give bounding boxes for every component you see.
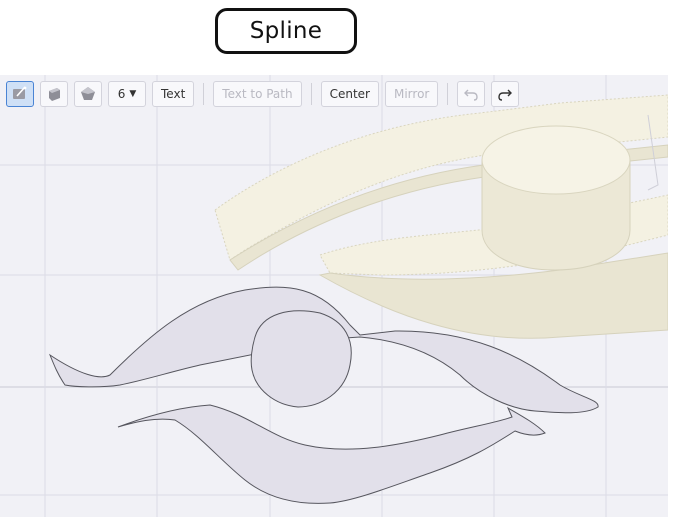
app-title: Spline bbox=[215, 8, 357, 54]
extrude-tool-button[interactable] bbox=[40, 81, 68, 107]
canvas-viewport[interactable]: 6 ▼ Text Text to Path Center Mirror bbox=[0, 75, 668, 517]
lower-lid-spline[interactable] bbox=[117, 404, 546, 504]
undo-icon bbox=[464, 89, 479, 101]
redo-button[interactable] bbox=[491, 81, 520, 107]
redo-icon bbox=[498, 89, 513, 101]
draw-spline-tool-button[interactable] bbox=[6, 81, 34, 107]
undo-button[interactable] bbox=[457, 81, 486, 107]
text-to-path-button[interactable]: Text to Path bbox=[213, 81, 302, 107]
text-button[interactable]: Text bbox=[152, 81, 195, 107]
sides-value: 6 bbox=[117, 87, 126, 101]
spline-draw-icon bbox=[13, 86, 27, 99]
sides-select[interactable]: 6 ▼ bbox=[108, 81, 146, 107]
toolbar-divider bbox=[203, 83, 205, 105]
chevron-down-icon: ▼ bbox=[129, 89, 137, 99]
toolbar-divider bbox=[447, 83, 449, 105]
pupil-spline[interactable] bbox=[250, 310, 352, 408]
toolbar-divider bbox=[310, 83, 312, 105]
center-button[interactable]: Center bbox=[320, 81, 379, 107]
extrude-icon bbox=[49, 88, 60, 101]
toolbar: 6 ▼ Text Text to Path Center Mirror bbox=[6, 81, 520, 107]
mirror-button[interactable]: Mirror bbox=[384, 81, 439, 107]
scene-3d[interactable] bbox=[0, 75, 668, 517]
pentagon-icon bbox=[81, 87, 95, 100]
pentagon-tool-button[interactable] bbox=[74, 81, 102, 107]
